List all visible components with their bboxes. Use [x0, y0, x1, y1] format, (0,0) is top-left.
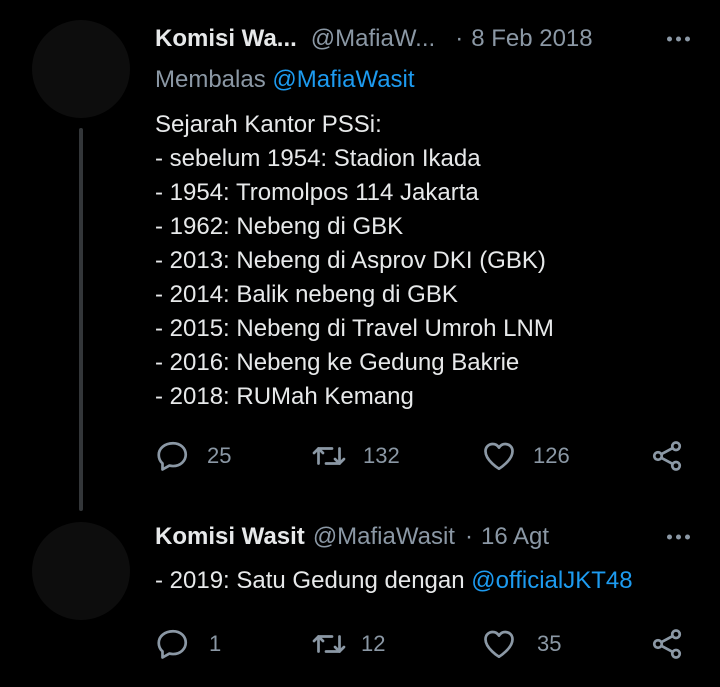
tweet[interactable]: Komisi Wasit @MafiaWasit · 16 Agt - 2019… [0, 510, 720, 687]
reply-count: 1 [209, 631, 222, 656]
heart-icon [484, 442, 514, 471]
like-count: 35 [537, 631, 562, 656]
retweet-button[interactable]: 12 [311, 624, 385, 664]
tweet-text-line: - 1962: Nebeng di GBK [155, 213, 404, 240]
tweet-date[interactable]: 8 Feb 2018 [471, 25, 592, 53]
author-name[interactable]: Komisi Wa... [155, 25, 297, 53]
separator-dot: · [464, 523, 473, 550]
reply-mention-link[interactable]: @MafiaWasit [272, 66, 414, 93]
author-handle[interactable]: @MafiaW... [311, 25, 435, 53]
reply-button[interactable]: 1 [155, 624, 221, 664]
reply-button[interactable]: 25 [155, 436, 231, 476]
avatar[interactable] [32, 20, 130, 118]
tweet-text-line: - 2013: Nebeng di Asprov DKI (GBK) [155, 247, 546, 274]
tweet-text: Sejarah Kantor PSSi: - sebelum 1954: Sta… [155, 108, 554, 414]
reply-icon [157, 629, 188, 659]
like-button[interactable]: 126 [481, 436, 570, 476]
reply-context: Membalas @MafiaWasit [155, 66, 415, 94]
retweet-icon [312, 447, 346, 465]
share-button[interactable] [649, 624, 685, 664]
reply-prefix: Membalas [155, 66, 266, 93]
tweet[interactable]: Komisi Wa... @MafiaW... · 8 Feb 2018 Mem… [0, 0, 720, 511]
tweet-text-line: - 2015: Nebeng di Travel Umroh LNM [155, 315, 554, 342]
tweet-text-line: - 2014: Balik nebeng di GBK [155, 281, 458, 308]
tweet-header: Komisi Wasit @MafiaWasit · 16 Agt [155, 520, 690, 554]
author-handle[interactable]: @MafiaWasit [313, 523, 455, 551]
author-name[interactable]: Komisi Wasit [155, 523, 305, 551]
tweet-text-line: - 2018: RUMah Kemang [155, 383, 414, 410]
more-icon[interactable] [667, 534, 690, 540]
tweet-text-line: Sejarah Kantor PSSi: [155, 111, 382, 138]
tweet-header: Komisi Wa... @MafiaW... · 8 Feb 2018 [155, 22, 690, 56]
tweet-text: - 2019: Satu Gedung dengan @officialJKT4… [155, 564, 633, 598]
like-button[interactable]: 35 [481, 624, 561, 664]
retweet-count: 132 [363, 443, 400, 468]
separator-dot: · [455, 25, 464, 52]
mention-link[interactable]: @officialJKT48 [471, 567, 632, 594]
share-icon [652, 629, 682, 659]
share-icon [652, 441, 682, 471]
reply-icon [157, 441, 188, 471]
more-icon[interactable] [667, 36, 690, 42]
thread-line [79, 128, 83, 511]
tweet-text-line: - 2016: Nebeng ke Gedung Bakrie [155, 349, 520, 376]
tweet-actions: 1 12 35 [155, 624, 687, 664]
heart-icon [484, 630, 514, 659]
tweet-text-line: - sebelum 1954: Stadion Ikada [155, 145, 481, 172]
tweet-text-line: - 1954: Tromolpos 114 Jakarta [155, 179, 479, 206]
reply-count: 25 [207, 443, 232, 468]
tweet-text-prefix: - 2019: Satu Gedung dengan [155, 567, 472, 594]
tweet-actions: 25 132 126 [155, 436, 687, 476]
retweet-button[interactable]: 132 [311, 436, 400, 476]
retweet-icon [312, 635, 346, 653]
tweet-text-line: - 2019: Satu Gedung dengan @officialJKT4… [155, 564, 633, 598]
retweet-count: 12 [361, 631, 386, 656]
share-button[interactable] [649, 436, 685, 476]
avatar[interactable] [32, 522, 130, 620]
tweet-date[interactable]: 16 Agt [481, 523, 549, 551]
like-count: 126 [533, 443, 570, 468]
